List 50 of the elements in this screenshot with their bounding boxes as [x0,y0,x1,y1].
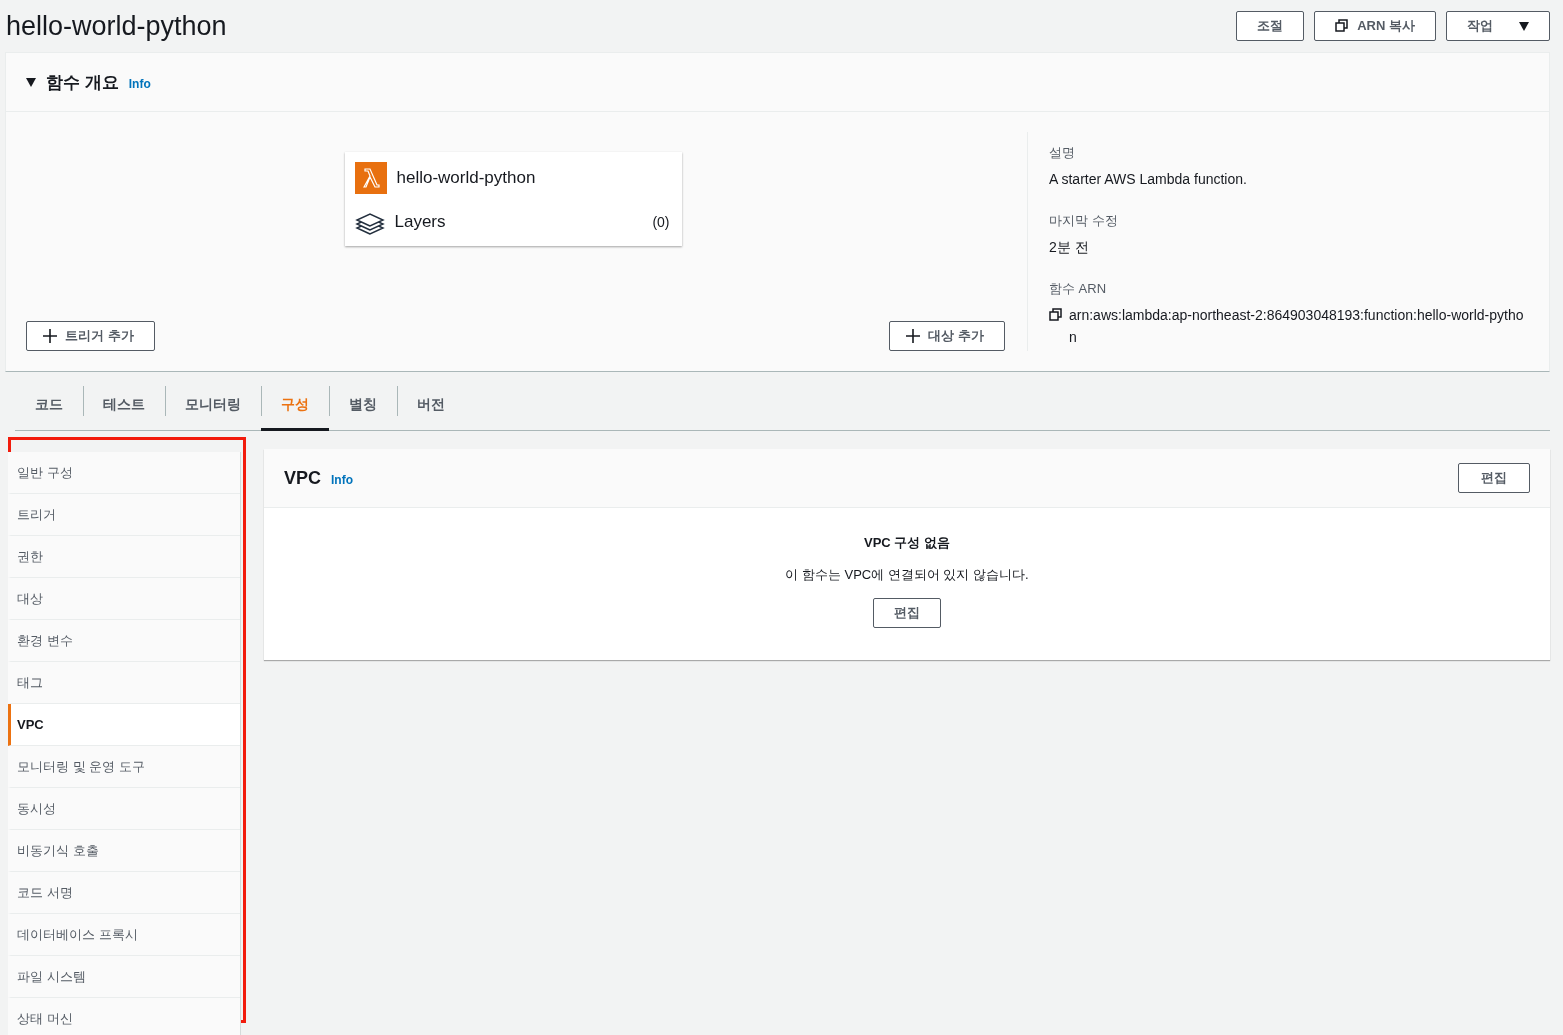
detail-value: 2분 전 [1049,238,1090,257]
sidebar-item[interactable]: 모니터링 및 운영 도구 [8,746,240,788]
caret-icon [1519,21,1529,31]
panel-title: VPC [284,467,321,489]
empty-state-text: 이 함수는 VPC에 연결되어 있지 않습니다. [785,566,1029,584]
sidebar-item[interactable]: 환경 변수 [8,620,240,662]
add-destination-button[interactable]: 대상 추가 [889,321,1005,351]
add-trigger-button[interactable]: 트리거 추가 [26,321,155,351]
sidebar-item[interactable]: 트리거 [8,494,240,536]
tab[interactable]: 코드 [15,382,83,431]
empty-state-title: VPC 구성 없음 [864,534,950,552]
sidebar-item[interactable]: 데이터베이스 프록시 [8,914,240,956]
actions-dropdown[interactable]: 작업 [1446,11,1550,41]
sidebar-item[interactable]: 동시성 [8,788,240,830]
lambda-icon [354,162,387,194]
section-title: 함수 개요 [46,71,119,94]
sidebar-item[interactable]: VPC [8,704,240,746]
layers-label: Layers [394,212,446,232]
page-title: hello-world-python [6,10,227,42]
arn-value: arn:aws:lambda:ap-northeast-2:864903048193:function:hello-world-python [1069,306,1525,347]
edit-button[interactable]: 편집 [1458,463,1530,493]
tab[interactable]: 모니터링 [165,382,261,431]
detail-label: 함수 ARN [1049,280,1108,298]
sidebar-item[interactable]: 일반 구성 [8,452,240,494]
function-name: hello-world-python [396,168,536,188]
sidebar-item[interactable]: 비동기식 호출 [8,830,240,872]
copy-icon[interactable] [1049,308,1063,322]
plus-icon [906,329,921,343]
sidebar-item[interactable]: 권한 [8,536,240,578]
copy-icon [1335,19,1350,33]
detail-value: A starter AWS Lambda function. [1049,170,1248,189]
sidebar-item[interactable]: 태그 [8,662,240,704]
sidebar-item[interactable]: 파일 시스템 [8,956,240,998]
function-card[interactable]: hello-world-python Layers (0) [344,152,682,246]
layers-count: (0) [652,214,670,230]
edit-button[interactable]: 편집 [873,598,941,628]
info-link[interactable]: Info [128,77,151,91]
detail-label: 설명 [1049,144,1076,162]
throttle-button[interactable]: 조절 [1236,11,1305,41]
copy-arn-button[interactable]: ARN 복사 [1314,11,1436,41]
plus-icon [43,329,57,343]
collapse-toggle-icon[interactable] [26,77,36,87]
sidebar-item[interactable]: 대상 [8,578,240,620]
sidebar-item[interactable]: 코드 서명 [8,872,240,914]
tab[interactable]: 버전 [397,382,465,431]
tab[interactable]: 별칭 [329,382,397,431]
info-link[interactable]: Info [331,473,353,487]
sidebar-item[interactable]: 상태 머신 [8,998,240,1035]
tab[interactable]: 테스트 [83,382,165,431]
detail-label: 마지막 수정 [1049,212,1119,230]
